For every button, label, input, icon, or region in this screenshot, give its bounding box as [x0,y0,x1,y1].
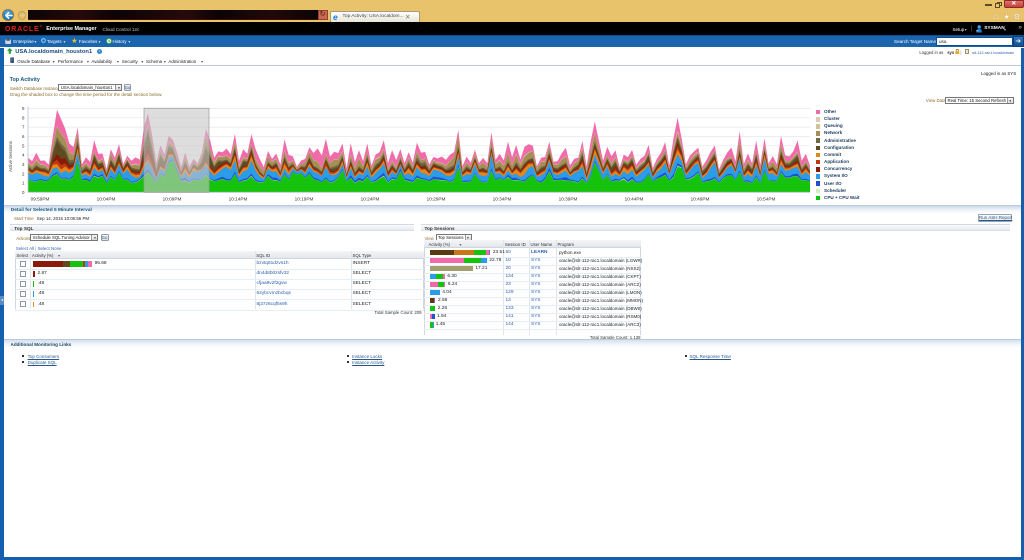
svg-text:10:24PM: 10:24PM [361,197,380,202]
svg-text:10:29PM: 10:29PM [427,197,446,202]
svg-text:8: 8 [22,115,25,120]
svg-text:10:19PM: 10:19PM [295,197,314,202]
svg-text:10:54PM: 10:54PM [757,197,776,202]
svg-text:0: 0 [22,190,25,195]
svg-text:10:04PM: 10:04PM [97,197,116,202]
svg-text:9: 9 [22,106,25,111]
svg-text:1: 1 [22,181,25,186]
svg-text:3: 3 [22,162,25,167]
svg-text:10:39PM: 10:39PM [559,197,578,202]
svg-text:10:14PM: 10:14PM [229,197,248,202]
svg-text:4: 4 [22,153,25,158]
svg-text:09:59PM: 09:59PM [31,197,50,202]
svg-text:2: 2 [22,171,25,176]
svg-text:10:44PM: 10:44PM [625,197,644,202]
svg-text:10:49PM: 10:49PM [691,197,710,202]
svg-text:5: 5 [22,143,25,148]
svg-text:6: 6 [22,134,25,139]
svg-text:10:34PM: 10:34PM [493,197,512,202]
svg-text:7: 7 [22,125,25,130]
svg-text:Active Sessions: Active Sessions [8,140,13,172]
svg-text:10:09PM: 10:09PM [163,197,182,202]
